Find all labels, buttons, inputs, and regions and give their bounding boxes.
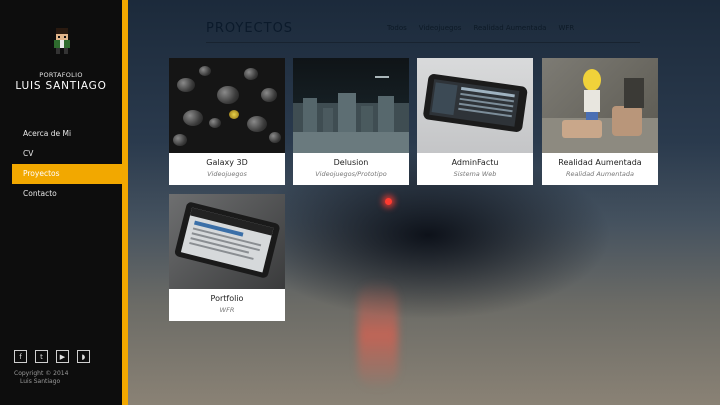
project-title[interactable]: Delusion	[293, 158, 409, 167]
background-glow	[358, 280, 398, 390]
filter-todos[interactable]: Todos	[387, 24, 407, 32]
project-card-portfolio[interactable]: Portfolio WFR	[169, 194, 285, 321]
project-thumbnail[interactable]	[169, 194, 285, 289]
social-links: f t ▶ ◗	[14, 350, 90, 363]
copyright-text: Copyright © 2014	[14, 370, 69, 377]
nav-item-contacto[interactable]: Contacto	[12, 184, 122, 204]
main-content: PROYECTOS Todos Videojuegos Realidad Aum…	[128, 0, 720, 405]
project-thumbnail[interactable]	[169, 58, 285, 153]
project-title[interactable]: AdminFactu	[417, 158, 533, 167]
youtube-icon[interactable]: ▶	[56, 350, 69, 363]
page-title: PROYECTOS	[206, 21, 294, 36]
project-category: Videojuegos	[207, 170, 247, 178]
project-card-adminfactu[interactable]: AdminFactu Sistema Web	[417, 58, 533, 185]
project-category: WFR	[219, 306, 235, 314]
project-filters: Todos Videojuegos Realidad Aumentada WFR	[387, 24, 574, 32]
copyright: Copyright © 2014 Luis Santiago	[14, 370, 68, 386]
copyright-name: Luis Santiago	[20, 378, 61, 385]
nav-item-acerca[interactable]: Acerca de Mi	[12, 124, 122, 144]
main-nav: Acerca de Mi CV Proyectos Contacto	[12, 124, 122, 204]
filter-wfr[interactable]: WFR	[558, 24, 574, 32]
project-thumbnail[interactable]	[417, 58, 533, 153]
portfolio-label: PORTAFOLIO	[39, 71, 83, 79]
project-card-delusion[interactable]: Delusion Videojuegos/Prototipo	[293, 58, 409, 185]
project-thumbnail[interactable]	[542, 58, 658, 153]
project-category: Sistema Web	[453, 170, 497, 178]
sidebar: PORTAFOLIO LUIS SANTIAGO Acerca de Mi CV…	[0, 0, 128, 405]
site-name[interactable]: LUIS SANTIAGO	[0, 80, 122, 92]
nav-item-proyectos[interactable]: Proyectos	[12, 164, 122, 184]
background-led	[385, 198, 392, 205]
filter-realidad-aumentada[interactable]: Realidad Aumentada	[473, 24, 546, 32]
project-card-realidad-aumentada[interactable]: Realidad Aumentada Realidad Aumentada	[542, 58, 658, 185]
facebook-icon[interactable]: f	[14, 350, 27, 363]
project-category: Videojuegos/Prototipo	[315, 170, 387, 178]
project-card-galaxy-3d[interactable]: Galaxy 3D Videojuegos	[169, 58, 285, 185]
nav-item-cv[interactable]: CV	[12, 144, 122, 164]
header-divider	[206, 42, 640, 43]
avatar	[54, 28, 70, 54]
project-title[interactable]: Galaxy 3D	[169, 158, 285, 167]
project-title[interactable]: Portfolio	[169, 294, 285, 303]
project-category: Realidad Aumentada	[565, 170, 635, 178]
twitter-icon[interactable]: t	[35, 350, 48, 363]
project-thumbnail[interactable]	[293, 58, 409, 153]
filter-videojuegos[interactable]: Videojuegos	[419, 24, 462, 32]
project-title[interactable]: Realidad Aumentada	[542, 158, 658, 167]
rss-icon[interactable]: ◗	[77, 350, 90, 363]
